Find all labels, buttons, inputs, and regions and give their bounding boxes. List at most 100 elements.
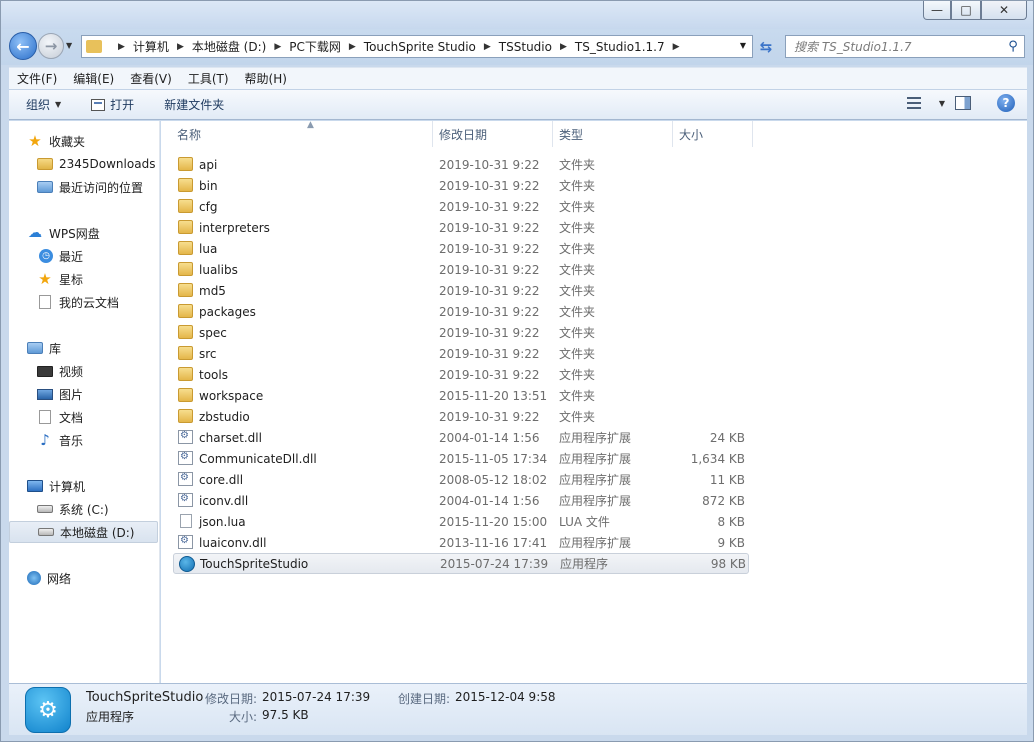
file-type: 文件夹 [559, 200, 596, 214]
file-name: json.lua [199, 514, 246, 529]
file-row[interactable]: interpreters 2019-10-31 9:22 文件夹 [173, 217, 749, 238]
sidebar-item-documents[interactable]: 文档 [37, 406, 159, 428]
minimize-button[interactable]: — [923, 1, 951, 20]
sidebar-item-label: 计算机 [49, 479, 86, 494]
details-created: 2015-12-04 9:58 [455, 690, 556, 704]
file-name: luaiconv.dll [199, 535, 267, 550]
breadcrumb-item[interactable]: 计算机 [133, 38, 169, 55]
chevron-right-icon[interactable]: ▶ [484, 42, 491, 52]
column-type[interactable]: 类型 [553, 121, 673, 147]
sidebar-item-favorites[interactable]: ★ 收藏夹 [27, 130, 159, 152]
organize-button[interactable]: 组织 ▼ [26, 96, 61, 113]
search-icon[interactable]: ⚲ [1002, 37, 1024, 57]
breadcrumb-item[interactable]: TSStudio [499, 40, 552, 54]
file-date: 2019-10-31 9:22 [439, 325, 540, 340]
address-bar[interactable]: ▶ 计算机 ▶ 本地磁盘 (D:) ▶ PC下载网 ▶ TouchSprite … [81, 35, 753, 58]
menu-help[interactable]: 帮助(H) [245, 70, 287, 87]
file-row[interactable]: bin 2019-10-31 9:22 文件夹 [173, 175, 749, 196]
file-row[interactable]: iconv.dll 2004-01-14 1:56 应用程序扩展 872 KB [173, 490, 749, 511]
file-row[interactable]: lua 2019-10-31 9:22 文件夹 [173, 238, 749, 259]
file-row[interactable]: zbstudio 2019-10-31 9:22 文件夹 [173, 406, 749, 427]
chevron-right-icon[interactable]: ▶ [274, 42, 281, 52]
sidebar-item-music[interactable]: ♪ 音乐 [37, 429, 159, 451]
folder-icon [178, 241, 193, 255]
sidebar-item-2345downloads[interactable]: 2345Downloads [37, 153, 159, 175]
file-row[interactable]: packages 2019-10-31 9:22 文件夹 [173, 301, 749, 322]
file-name: bin [199, 178, 218, 193]
chevron-down-icon[interactable]: ▼ [939, 99, 945, 108]
chevron-right-icon[interactable]: ▶ [118, 42, 125, 52]
maximize-button[interactable]: □ [951, 1, 981, 20]
file-row[interactable]: lualibs 2019-10-31 9:22 文件夹 [173, 259, 749, 280]
file-row[interactable]: cfg 2019-10-31 9:22 文件夹 [173, 196, 749, 217]
file-row[interactable]: md5 2019-10-31 9:22 文件夹 [173, 280, 749, 301]
breadcrumb-item[interactable]: 本地磁盘 (D:) [192, 38, 266, 55]
chevron-right-icon[interactable]: ▶ [349, 42, 356, 52]
file-row[interactable]: api 2019-10-31 9:22 文件夹 [173, 154, 749, 175]
sidebar-item-wps-starred[interactable]: ★ 星标 [37, 268, 159, 290]
breadcrumb-item[interactable]: TouchSprite Studio [364, 40, 476, 54]
chevron-right-icon[interactable]: ▶ [177, 42, 184, 52]
menu-edit[interactable]: 编辑(E) [73, 70, 114, 87]
file-row[interactable]: luaiconv.dll 2013-11-16 17:41 应用程序扩展 9 KB [173, 532, 749, 553]
menu-bar: 文件(F) 编辑(E) 查看(V) 工具(T) 帮助(H) [9, 67, 1027, 89]
file-type: 文件夹 [559, 221, 596, 235]
dll-file-icon [178, 430, 193, 444]
address-history-dropdown[interactable]: ▼ [740, 41, 746, 50]
sidebar-item-videos[interactable]: 视频 [37, 360, 159, 382]
search-placeholder: 搜索 TS_Studio1.1.7 [794, 40, 912, 54]
menu-view[interactable]: 查看(V) [130, 70, 172, 87]
recent-pages-dropdown[interactable]: ▼ [66, 41, 72, 50]
close-button[interactable]: ✕ [981, 1, 1027, 20]
file-row[interactable]: spec 2019-10-31 9:22 文件夹 [173, 322, 749, 343]
file-row[interactable]: tools 2019-10-31 9:22 文件夹 [173, 364, 749, 385]
chevron-right-icon[interactable]: ▶ [560, 42, 567, 52]
menu-tools[interactable]: 工具(T) [188, 70, 229, 87]
sidebar-item-wps-recent[interactable]: ◷ 最近 [39, 245, 159, 267]
view-options-icon[interactable] [906, 97, 921, 109]
sidebar-item-recent-places[interactable]: 最近访问的位置 [37, 176, 159, 198]
sidebar-item-libraries[interactable]: 库 [27, 337, 159, 359]
file-row[interactable]: src 2019-10-31 9:22 文件夹 [173, 343, 749, 364]
file-row[interactable]: CommunicateDll.dll 2015-11-05 17:34 应用程序扩展… [173, 448, 749, 469]
back-button[interactable]: ← [9, 32, 37, 60]
column-date[interactable]: 修改日期 [433, 121, 553, 147]
folder-icon [86, 40, 102, 53]
file-row[interactable]: workspace 2015-11-20 13:51 文件夹 [173, 385, 749, 406]
sidebar-item-drive-c[interactable]: 系统 (C:) [37, 498, 159, 520]
file-row[interactable]: TouchSpriteStudio 2015-07-24 17:39 应用程序 98 … [173, 553, 749, 574]
breadcrumb-item[interactable]: PC下载网 [289, 38, 341, 55]
file-date: 2019-10-31 9:22 [439, 304, 540, 319]
refresh-button[interactable]: ⇆ [755, 35, 777, 58]
sidebar-item-pictures[interactable]: 图片 [37, 383, 159, 405]
open-button[interactable]: 打开 [91, 96, 134, 113]
music-icon: ♪ [40, 430, 50, 449]
help-icon[interactable]: ? [997, 94, 1015, 112]
forward-button[interactable]: → [38, 33, 64, 59]
file-date: 2004-01-14 1:56 [439, 430, 540, 445]
sidebar-item-wps-docs[interactable]: 我的云文档 [37, 291, 159, 313]
file-row[interactable]: json.lua 2015-11-20 15:00 LUA 文件 8 KB [173, 511, 749, 532]
menu-file[interactable]: 文件(F) [17, 70, 57, 87]
sidebar-item-computer[interactable]: 计算机 [27, 475, 159, 497]
file-type: 文件夹 [559, 368, 596, 382]
breadcrumb-item[interactable]: TS_Studio1.1.7 [575, 40, 665, 54]
sidebar-item-network[interactable]: 网络 [27, 567, 159, 589]
column-size[interactable]: 大小 [673, 121, 753, 147]
file-name: interpreters [199, 220, 270, 235]
new-folder-button[interactable]: 新建文件夹 [164, 96, 224, 113]
file-size: 24 KB [709, 430, 745, 445]
file-row[interactable]: charset.dll 2004-01-14 1:56 应用程序扩展 24 KB [173, 427, 749, 448]
search-input[interactable]: 搜索 TS_Studio1.1.7 ⚲ [785, 35, 1025, 58]
preview-pane-icon[interactable] [955, 96, 971, 110]
file-size: 1,634 KB [690, 451, 745, 466]
column-name[interactable]: 名称 ▲ [171, 121, 433, 147]
sidebar-item-wps-cloud[interactable]: ☁ WPS网盘 [27, 222, 159, 244]
sidebar-item-drive-d[interactable]: 本地磁盘 (D:) [9, 521, 158, 543]
chevron-right-icon[interactable]: ▶ [673, 42, 680, 52]
picture-icon [37, 388, 53, 400]
details-size: 97.5 KB [262, 708, 309, 722]
file-date: 2004-01-14 1:56 [439, 493, 540, 508]
file-row[interactable]: core.dll 2008-05-12 18:02 应用程序扩展 11 KB [173, 469, 749, 490]
file-name: zbstudio [199, 409, 250, 424]
